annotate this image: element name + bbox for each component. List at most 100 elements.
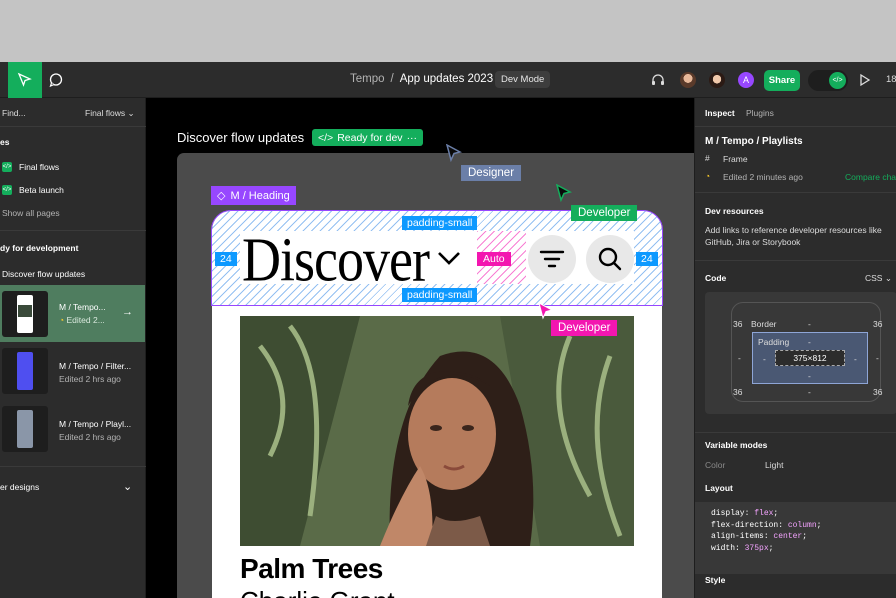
comment-tool-button[interactable] [46,70,66,90]
list-item-title: M / Tempo / Filter... [59,361,132,371]
avatar[interactable]: A [737,71,755,89]
arrow-right-icon[interactable]: → [122,306,133,318]
filter-icon [539,250,565,268]
list-item-meta: Edited 2 hrs ago [59,432,121,442]
find-input[interactable]: Find... [2,108,26,118]
left-sidebar: Find... Final flows ⌄ es </> Final flows… [0,98,202,598]
code-line: align-items: center; [711,532,808,541]
border-bottom-value: - [808,387,811,397]
list-item-meta: Edited 2 hrs ago [59,374,121,384]
code-prop: width [711,543,736,553]
dev-resources-text: GitHub, Jira or Storybook [705,237,801,247]
padding-label: Padding [758,337,790,347]
list-item-title: M / Tempo / Playl... [59,419,132,429]
card-subtitle: Charlie Grant [240,586,395,598]
auto-gap-label: Auto [477,252,511,266]
list-item-meta: ◔ Edited 2... [59,315,105,325]
developer-cursor-label: Developer [571,205,638,221]
ready-label: Ready for dev [337,131,403,144]
code-value: flex [754,509,774,518]
component-icon: ◇ [217,190,226,202]
padding-right-label: 24 [636,252,658,266]
layout-heading: Layout [705,483,733,493]
compare-changes-link[interactable]: Compare char [845,172,896,182]
code-value: column [787,520,817,530]
ready-for-dev-badge[interactable]: </> Ready for dev ··· [312,129,424,146]
code-prop: display [711,509,745,518]
avatar[interactable] [708,71,726,89]
move-tool-button[interactable] [8,62,42,98]
code-heading: Code [705,273,727,283]
box-radius-br: 36 [873,387,883,397]
list-item-meta-text: Edited 2... [66,315,105,325]
chevron-down-icon: ⌄ [127,108,135,118]
code-line: display: flex; [711,509,779,518]
code-prop: flex-direction [711,520,779,530]
list-item[interactable]: M / Tempo... ◔ Edited 2... → [0,285,145,342]
box-radius-bl: 36 [733,387,743,397]
tab-inspect[interactable]: Inspect [705,108,735,118]
zoom-level[interactable]: 18 [886,74,896,85]
breadcrumb-separator: / [390,73,394,85]
developer-cursor-icon [555,183,573,207]
code-icon: </> [2,185,12,195]
border-label: Border [751,319,777,329]
avatar[interactable] [679,71,697,89]
designer-cursor-label: Designer [461,165,522,181]
component-name: M / Heading [230,189,290,202]
frame-thumbnail [2,291,48,337]
group-title: Discover flow updates [2,269,86,279]
cursor-icon [17,72,32,87]
border-top-value: - [808,319,811,329]
search-button[interactable] [586,235,634,283]
share-button[interactable]: Share [764,70,800,91]
search-icon [598,247,622,271]
ready-status-icon: ◔ [59,315,65,325]
design-canvas[interactable]: Discover flow updates </> Ready for dev … [146,98,694,598]
play-icon[interactable] [858,73,872,92]
code-language-select[interactable]: CSS ⌄ [865,273,892,284]
content-size: 375×812 [775,350,845,366]
tab-plugins[interactable]: Plugins [746,108,774,118]
padding-left-value: - [763,354,766,364]
chevron-down-icon [436,248,462,273]
padding-bottom-label: padding-small [402,288,478,302]
style-heading: Style [705,575,726,585]
component-tag[interactable]: ◇ M / Heading [211,186,296,205]
page-item[interactable]: Final flows [19,162,59,172]
show-all-pages-link[interactable]: Show all pages [2,208,60,218]
ready-heading: dy for development [0,243,79,253]
dev-mode-toggle[interactable]: </> [808,70,848,91]
list-item[interactable]: M / Tempo / Filter... Edited 2 hrs ago [0,346,145,400]
frame-thumbnail [2,348,48,394]
variable-mode-key: Color [705,460,726,470]
list-item[interactable]: M / Tempo / Playl... Edited 2 hrs ago [0,404,145,458]
page-item[interactable]: Beta launch [19,185,64,195]
discover-heading: Discover [242,225,430,295]
variable-mode-value[interactable]: Light [765,460,783,470]
layout-code-block[interactable]: display: flex; flex-direction: column; a… [695,502,896,574]
dev-resources-heading: Dev resources [705,206,764,216]
code-language-label: CSS [865,273,883,283]
flow-title: Discover flow updates [177,130,305,145]
edited-time: Edited 2 minutes ago [723,172,803,182]
code-prop: align-items [711,532,764,541]
card-title: Palm Trees [240,553,383,584]
filter-button[interactable] [528,235,576,283]
more-icon[interactable]: ··· [407,132,418,144]
breadcrumb-project[interactable]: Tempo [350,73,385,85]
other-designs-section[interactable]: er designs [0,482,39,492]
code-line: width: 375px; [711,543,774,553]
padding-box: Padding - - - - 375×812 [752,332,868,384]
filter-dropdown[interactable]: Final flows ⌄ [85,108,135,119]
chevron-down-icon: ⌄ [884,273,892,283]
breadcrumb-file[interactable]: App updates 2023 [400,73,493,85]
chevron-down-icon[interactable]: ⌄ [123,480,132,493]
headphones-icon[interactable] [650,72,666,93]
variable-modes-heading: Variable modes [705,440,768,450]
box-model: 36 36 36 36 Border - - - - Padding - - -… [705,292,896,414]
dev-resources-text: Add links to reference developer resourc… [705,225,882,235]
dev-mode-badge[interactable]: Dev Mode [495,71,551,88]
code-line: flex-direction: column; [711,520,822,530]
frame-thumbnail [2,406,48,452]
